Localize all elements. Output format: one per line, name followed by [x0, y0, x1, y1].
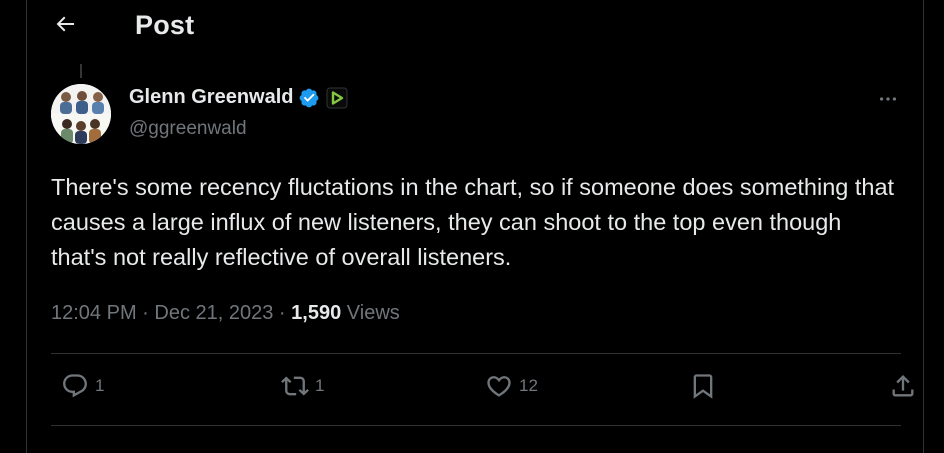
- page-header: Post: [27, 0, 923, 52]
- tweet-date[interactable]: Dec 21, 2023: [154, 302, 273, 324]
- repost-icon: [281, 376, 309, 396]
- more-options-button[interactable]: [875, 86, 901, 112]
- meta-separator: ·: [136, 302, 155, 324]
- repost-button[interactable]: 1: [281, 372, 324, 400]
- post-column: Post Glenn Greenwald @ggreenwald There's…: [26, 0, 924, 453]
- avatar[interactable]: [51, 84, 111, 144]
- reply-button[interactable]: 1: [61, 372, 104, 400]
- heart-icon: [487, 376, 511, 397]
- tweet-metadata: 12:04 PM · Dec 21, 2023 · 1,590 Views: [51, 302, 400, 325]
- meta-separator: ·: [273, 302, 292, 324]
- bookmark-icon: [693, 374, 713, 399]
- divider-bottom: [51, 425, 901, 426]
- views-label[interactable]: Views: [341, 302, 400, 324]
- share-icon: [892, 375, 914, 397]
- thread-connector-line: [80, 64, 82, 78]
- repost-count: 1: [315, 376, 325, 395]
- divider-top: [51, 353, 901, 354]
- author-handle[interactable]: @ggreenwald: [129, 118, 247, 140]
- page-title: Post: [135, 10, 195, 40]
- rumble-affiliate-icon: [326, 87, 348, 108]
- avatar-photo-icon: [51, 84, 111, 144]
- share-button[interactable]: [889, 372, 917, 400]
- bookmark-button[interactable]: [689, 372, 717, 400]
- more-options-icon: [879, 97, 897, 101]
- tweet-text: There's some recency fluctations in the …: [51, 174, 895, 270]
- like-count: 12: [519, 376, 538, 395]
- arrow-left-icon: [56, 16, 74, 32]
- author-name-row[interactable]: Glenn Greenwald: [129, 86, 348, 109]
- reply-count: 1: [95, 376, 105, 395]
- views-count[interactable]: 1,590: [291, 302, 341, 324]
- like-button[interactable]: 12: [485, 372, 538, 400]
- author-name: Glenn Greenwald: [129, 86, 294, 108]
- back-button[interactable]: [47, 6, 83, 42]
- reply-icon: [63, 374, 87, 398]
- tweet-time[interactable]: 12:04 PM: [51, 302, 137, 324]
- verified-badge-icon: [300, 88, 319, 107]
- action-bar: 1 1 12: [51, 364, 914, 414]
